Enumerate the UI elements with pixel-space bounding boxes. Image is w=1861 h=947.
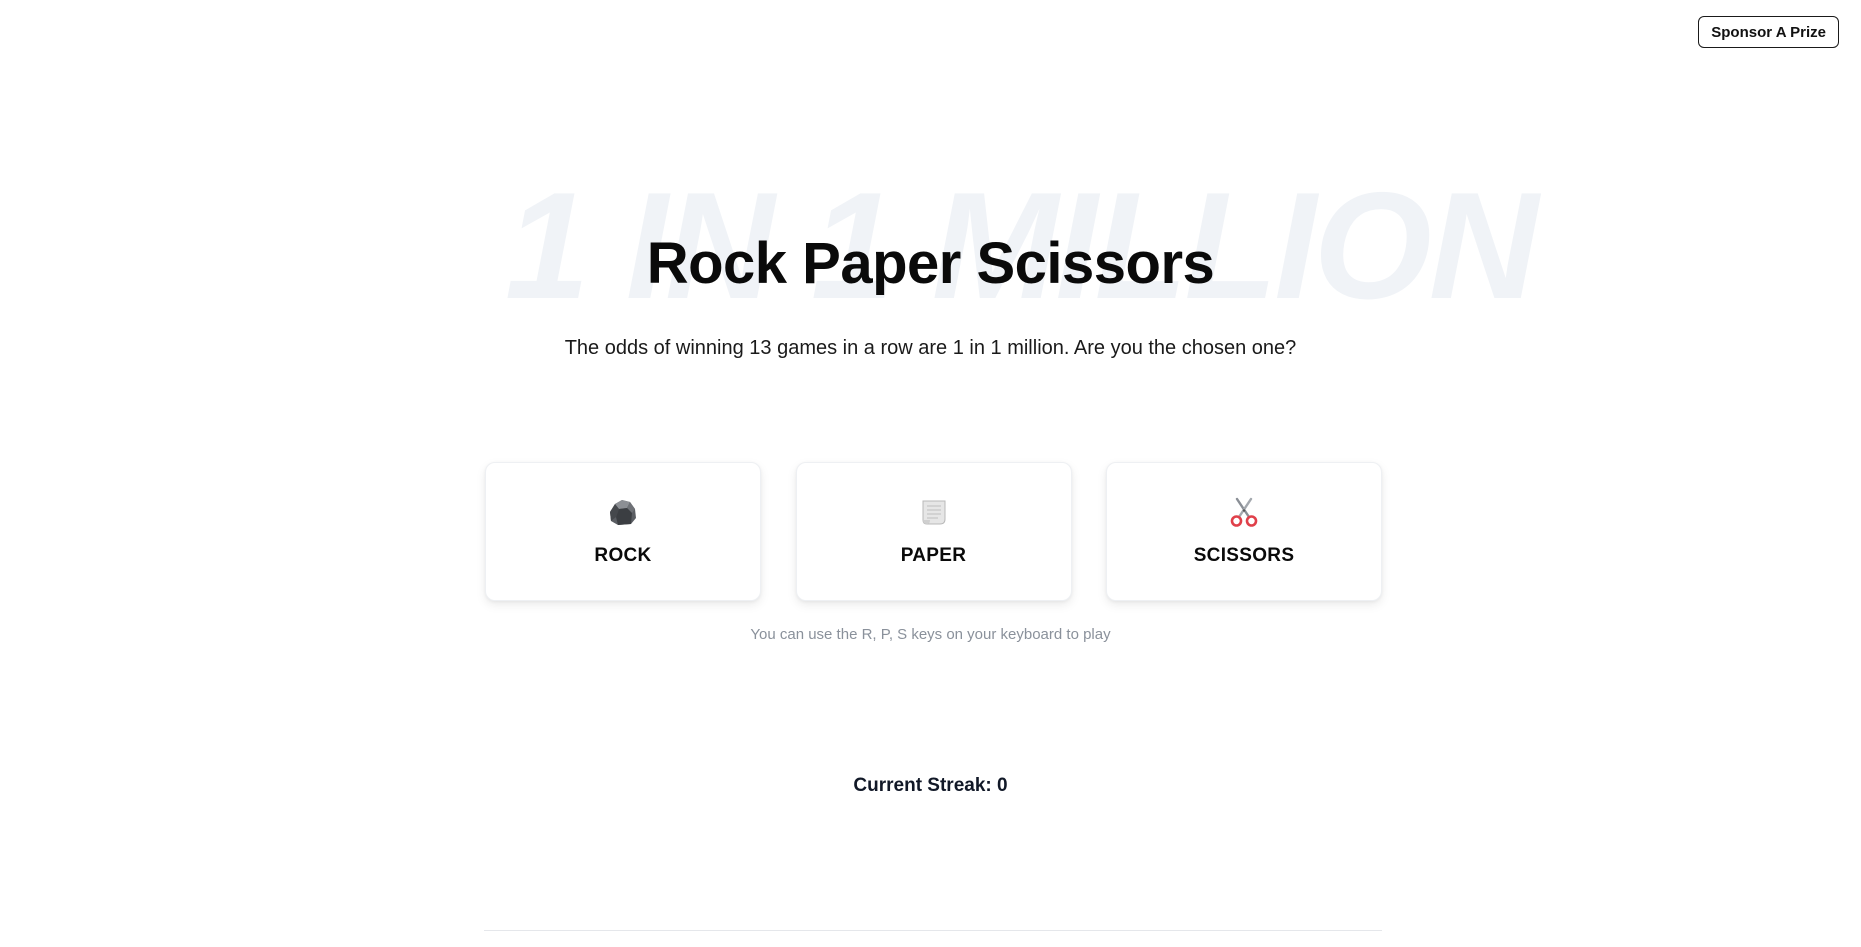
scissors-icon — [1227, 495, 1261, 529]
rock-button[interactable]: ROCK — [485, 462, 761, 601]
page: Sponsor A Prize 1 IN 1 MILLION Rock Pape… — [0, 0, 1861, 947]
current-streak: Current Streak: 0 — [853, 775, 1008, 796]
sponsor-prize-button[interactable]: Sponsor A Prize — [1698, 16, 1839, 48]
choice-buttons: ROCK PAPER SCISSORS — [485, 462, 1382, 601]
paper-button[interactable]: PAPER — [795, 462, 1072, 601]
paper-icon — [917, 495, 951, 529]
divider — [484, 930, 1382, 931]
paper-label: PAPER — [900, 545, 967, 566]
page-title: Rock Paper Scissors — [646, 231, 1215, 296]
scissors-button[interactable]: SCISSORS — [1106, 462, 1382, 601]
keyboard-hint: You can use the R, P, S keys on your key… — [750, 626, 1111, 643]
scissors-label: SCISSORS — [1193, 545, 1295, 566]
subtitle: The odds of winning 13 games in a row ar… — [564, 337, 1297, 359]
hero: 1 IN 1 MILLION Rock Paper Scissors — [0, 160, 1861, 322]
rock-icon — [606, 495, 640, 529]
rock-label: ROCK — [594, 545, 652, 566]
